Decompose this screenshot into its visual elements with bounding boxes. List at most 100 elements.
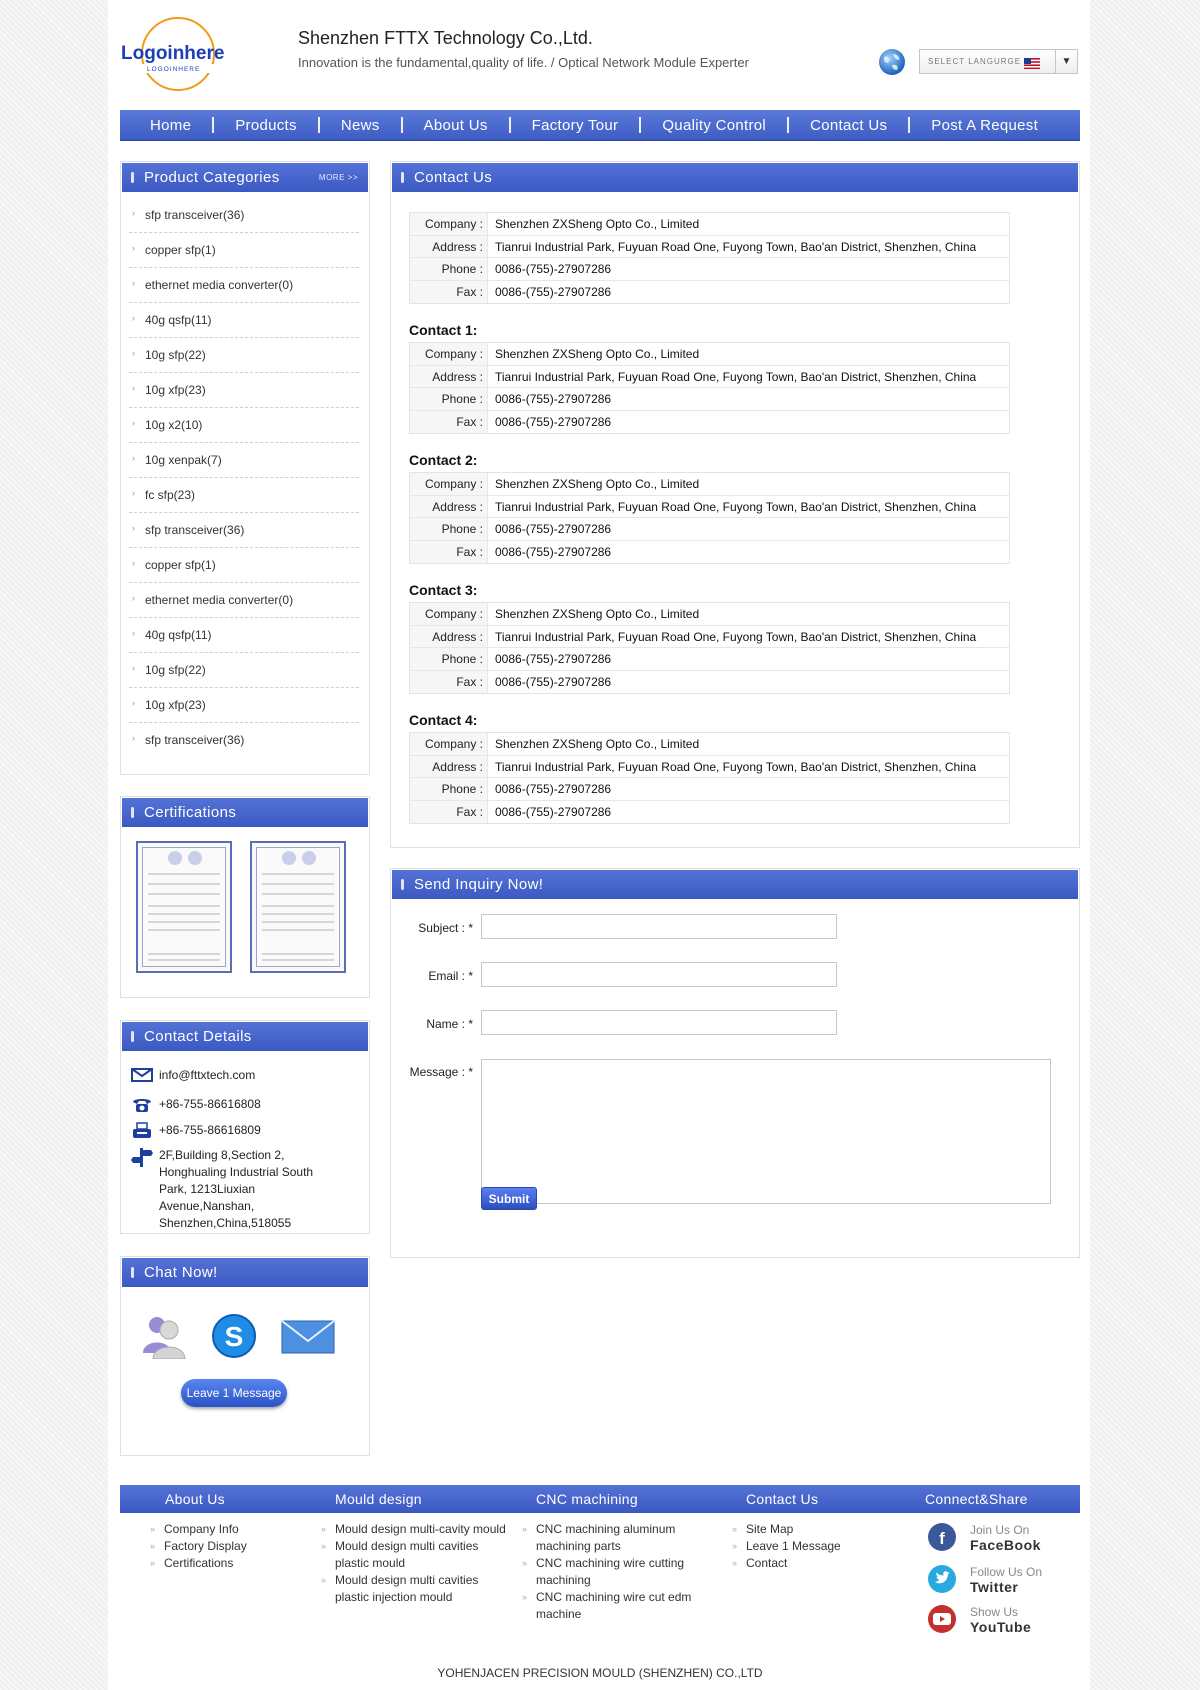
field-label: Fax : [410, 670, 488, 693]
contact-2-table: Company : Shenzhen ZXSheng Opto Co., Limi… [409, 472, 1010, 564]
skype-icon[interactable]: S [209, 1313, 259, 1359]
table-row: Phone : 0086-(755)-27907286 [410, 388, 1009, 411]
envelope-icon [131, 1067, 153, 1085]
footer-link[interactable]: » CNC machining aluminum machining parts [522, 1521, 702, 1555]
submit-button[interactable]: Submit [481, 1187, 537, 1210]
text-line [148, 883, 220, 885]
category-label: sfp transceiver(36) [145, 733, 245, 747]
footer-connect-links: f Join Us On FaceBook Follow Us On Twitt… [928, 1521, 1078, 1641]
mail-icon[interactable] [281, 1313, 335, 1359]
text-line [262, 953, 334, 955]
field-label: Address : [410, 755, 488, 777]
site-logo[interactable]: Logoinhere LOGOINHERE [120, 12, 232, 98]
youtube-link[interactable]: Show Us YouTube [928, 1605, 1078, 1637]
category-item[interactable]: › fc sfp(23) [129, 478, 359, 513]
contact-email[interactable]: info@fttxtech.com [159, 1067, 344, 1084]
footer-link[interactable]: » Contact [732, 1555, 882, 1572]
double-arrow-icon: » [732, 1558, 738, 1568]
text-line [148, 873, 220, 875]
nav-factory-tour[interactable]: Factory Tour [511, 117, 640, 134]
footer-link[interactable]: » Certifications [150, 1555, 300, 1572]
category-item[interactable]: › 40g qsfp(11) [129, 303, 359, 338]
category-item[interactable]: › 40g qsfp(11) [129, 618, 359, 653]
email-input[interactable] [481, 962, 837, 987]
language-select[interactable]: SELECT LANGURGE ▼ [919, 49, 1078, 74]
footer-link[interactable]: » Mould design multi cavities plastic inj… [321, 1572, 511, 1606]
footer-mould-title: Mould design [335, 1491, 422, 1507]
messenger-icon[interactable] [139, 1313, 189, 1360]
field-label: Phone : [410, 388, 488, 410]
product-categories-header: Product Categories MORE >> [122, 163, 368, 192]
footer-link[interactable]: » Company Info [150, 1521, 300, 1538]
category-label: 10g xenpak(7) [145, 453, 222, 467]
certificate-image[interactable] [250, 841, 346, 973]
category-item[interactable]: › 10g xenpak(7) [129, 443, 359, 478]
nav-post-a-request[interactable]: Post A Request [910, 117, 1059, 134]
nav-about-us[interactable]: About Us [403, 117, 509, 134]
category-item[interactable]: › copper sfp(1) [129, 233, 359, 268]
text-line [262, 913, 334, 915]
arrow-right-icon: › [132, 558, 135, 568]
fax-value: 0086-(755)-27907286 [495, 414, 612, 429]
category-item[interactable]: › sfp transceiver(36) [129, 723, 359, 758]
footer-link[interactable]: » CNC machining wire cutting machining [522, 1555, 702, 1589]
contact-2-title: Contact 2: [409, 452, 478, 468]
message-textarea[interactable] [481, 1059, 1051, 1204]
twitter-link[interactable]: Follow Us On Twitter [928, 1565, 1078, 1597]
product-categories-title: Product Categories [144, 169, 280, 186]
category-label: 10g sfp(22) [145, 348, 206, 362]
field-label: Phone : [410, 778, 488, 800]
category-item[interactable]: › 10g sfp(22) [129, 338, 359, 373]
fax-value: 0086-(755)-27907286 [495, 674, 612, 689]
nav-contact-us[interactable]: Contact Us [789, 117, 908, 134]
footer-link-label: Certifications [164, 1556, 234, 1570]
category-item[interactable]: › copper sfp(1) [129, 548, 359, 583]
category-label: 40g qsfp(11) [145, 313, 212, 327]
name-input[interactable] [481, 1010, 837, 1035]
copyright: YOHENJACEN PRECISION MOULD (SHENZHEN) CO… [437, 1666, 763, 1680]
table-row: Fax : 0086-(755)-27907286 [410, 670, 1009, 693]
category-item[interactable]: › ethernet media converter(0) [129, 583, 359, 618]
nav-news[interactable]: News [320, 117, 401, 134]
phone-value: 0086-(755)-27907286 [495, 782, 612, 796]
footer-link[interactable]: » CNC machining wire cut edm machine [522, 1589, 702, 1623]
table-row: Fax : 0086-(755)-27907286 [410, 800, 1009, 823]
category-item[interactable]: › ethernet media converter(0) [129, 268, 359, 303]
footer-link[interactable]: » Mould design multi-cavity mould [321, 1521, 511, 1538]
footer-link[interactable]: » Mould design multi cavities plastic mou… [321, 1538, 511, 1572]
footer-link-label: Site Map [746, 1522, 794, 1536]
category-item[interactable]: › 10g xfp(23) [129, 688, 359, 723]
double-arrow-icon: » [732, 1524, 738, 1534]
facebook-link[interactable]: f Join Us On FaceBook [928, 1523, 1078, 1555]
contact-4-table: Company : Shenzhen ZXSheng Opto Co., Limi… [409, 732, 1010, 824]
footer-link[interactable]: » Site Map [732, 1521, 882, 1538]
footer-link[interactable]: » Leave 1 Message [732, 1538, 882, 1555]
text-line [148, 905, 220, 907]
leave-message-button[interactable]: Leave 1 Message [181, 1379, 287, 1407]
chat-now-header: Chat Now! [122, 1258, 368, 1287]
field-label: Address : [410, 495, 488, 517]
nav-quality-control[interactable]: Quality Control [641, 117, 787, 134]
category-list: › sfp transceiver(36) › copper sfp(1) › eth… [129, 198, 359, 758]
inquiry-panel: Send Inquiry Now! Subject : * Email : * … [390, 868, 1080, 1258]
chevron-down-icon[interactable]: ▼ [1055, 50, 1077, 73]
nav-products[interactable]: Products [214, 117, 318, 134]
footer-link[interactable]: » Factory Display [150, 1538, 300, 1555]
table-row: Address : Tianrui Industrial Park, Fuyuan… [410, 365, 1009, 388]
arrow-right-icon: › [132, 208, 135, 218]
footer-cnc-links: » CNC machining aluminum machining parts … [522, 1521, 702, 1623]
contact-main-table: Company : Shenzhen ZXSheng Opto Co., Limi… [409, 212, 1010, 304]
category-item[interactable]: › 10g x2(10) [129, 408, 359, 443]
category-item[interactable]: › sfp transceiver(36) [129, 513, 359, 548]
nav-home[interactable]: Home [120, 117, 212, 134]
language-select-label: SELECT LANGURGE [928, 57, 1022, 66]
chat-now-title: Chat Now! [144, 1264, 218, 1281]
more-link[interactable]: MORE >> [319, 173, 358, 182]
category-item[interactable]: › 10g xfp(23) [129, 373, 359, 408]
certificate-image[interactable] [136, 841, 232, 973]
contact-3-table: Company : Shenzhen ZXSheng Opto Co., Limi… [409, 602, 1010, 694]
subject-input[interactable] [481, 914, 837, 939]
arrow-right-icon: › [132, 663, 135, 673]
category-item[interactable]: › sfp transceiver(36) [129, 198, 359, 233]
category-item[interactable]: › 10g sfp(22) [129, 653, 359, 688]
